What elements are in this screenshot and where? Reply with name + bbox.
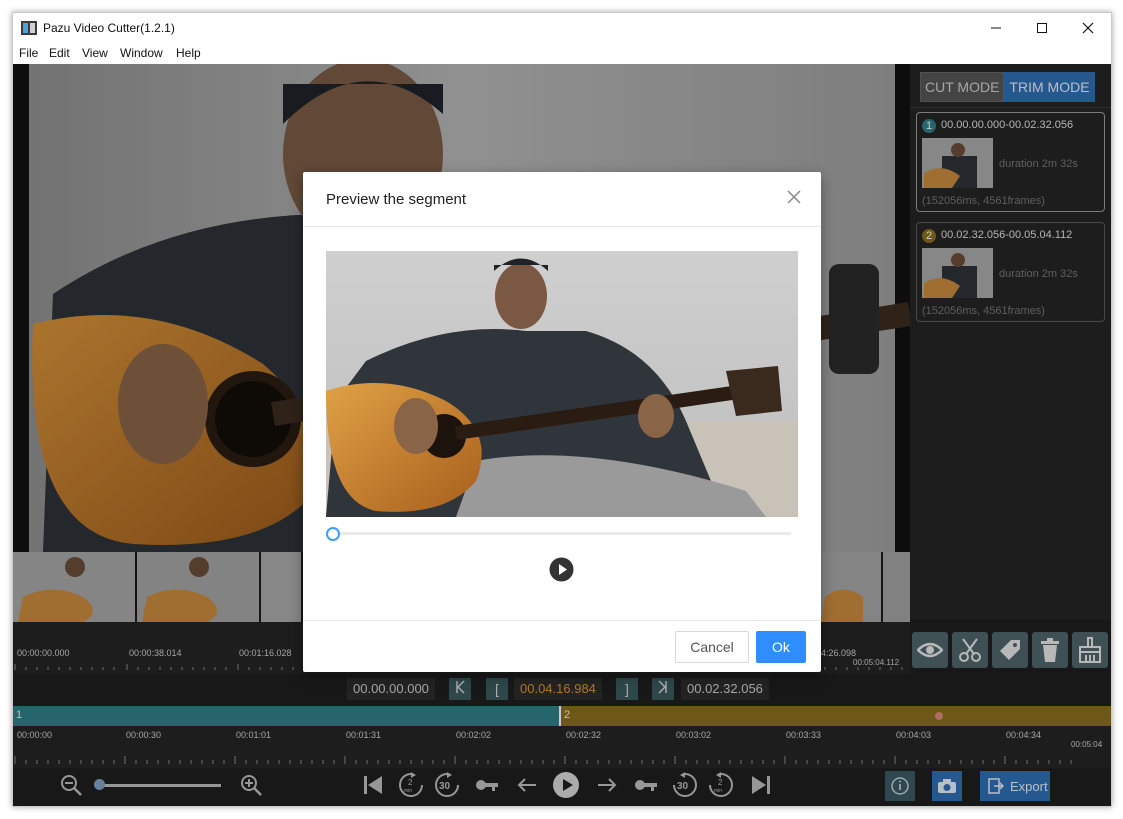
dialog-title: Preview the segment (326, 191, 467, 208)
cancel-button[interactable]: Cancel (675, 631, 749, 663)
app-logo-icon (21, 21, 37, 35)
menu-help[interactable]: Help (176, 46, 201, 60)
menu-bar: File Edit View Window Help (13, 43, 1111, 64)
segment-preview-video[interactable] (326, 251, 798, 517)
maximize-icon (1037, 23, 1047, 33)
close-icon (1082, 22, 1094, 34)
menu-file[interactable]: File (19, 46, 38, 60)
title-bar: Pazu Video Cutter(1.2.1) (13, 13, 1111, 43)
preview-dialog: Preview the segment Cancel Ok (303, 172, 821, 672)
preview-frame-image (326, 251, 798, 517)
dialog-footer-divider (303, 620, 821, 621)
close-icon[interactable] (787, 190, 801, 204)
minimize-icon (991, 27, 1001, 29)
maximize-button[interactable] (1019, 13, 1065, 43)
preview-progress-track[interactable] (333, 532, 791, 535)
play-icon[interactable] (549, 557, 574, 582)
close-window-button[interactable] (1065, 13, 1111, 43)
ok-button[interactable]: Ok (756, 631, 806, 663)
dialog-divider (303, 226, 821, 227)
window-title: Pazu Video Cutter(1.2.1) (43, 21, 175, 35)
preview-progress-knob[interactable] (326, 527, 340, 541)
menu-window[interactable]: Window (120, 46, 163, 60)
minimize-button[interactable] (973, 13, 1019, 43)
menu-edit[interactable]: Edit (49, 46, 70, 60)
menu-view[interactable]: View (82, 46, 108, 60)
